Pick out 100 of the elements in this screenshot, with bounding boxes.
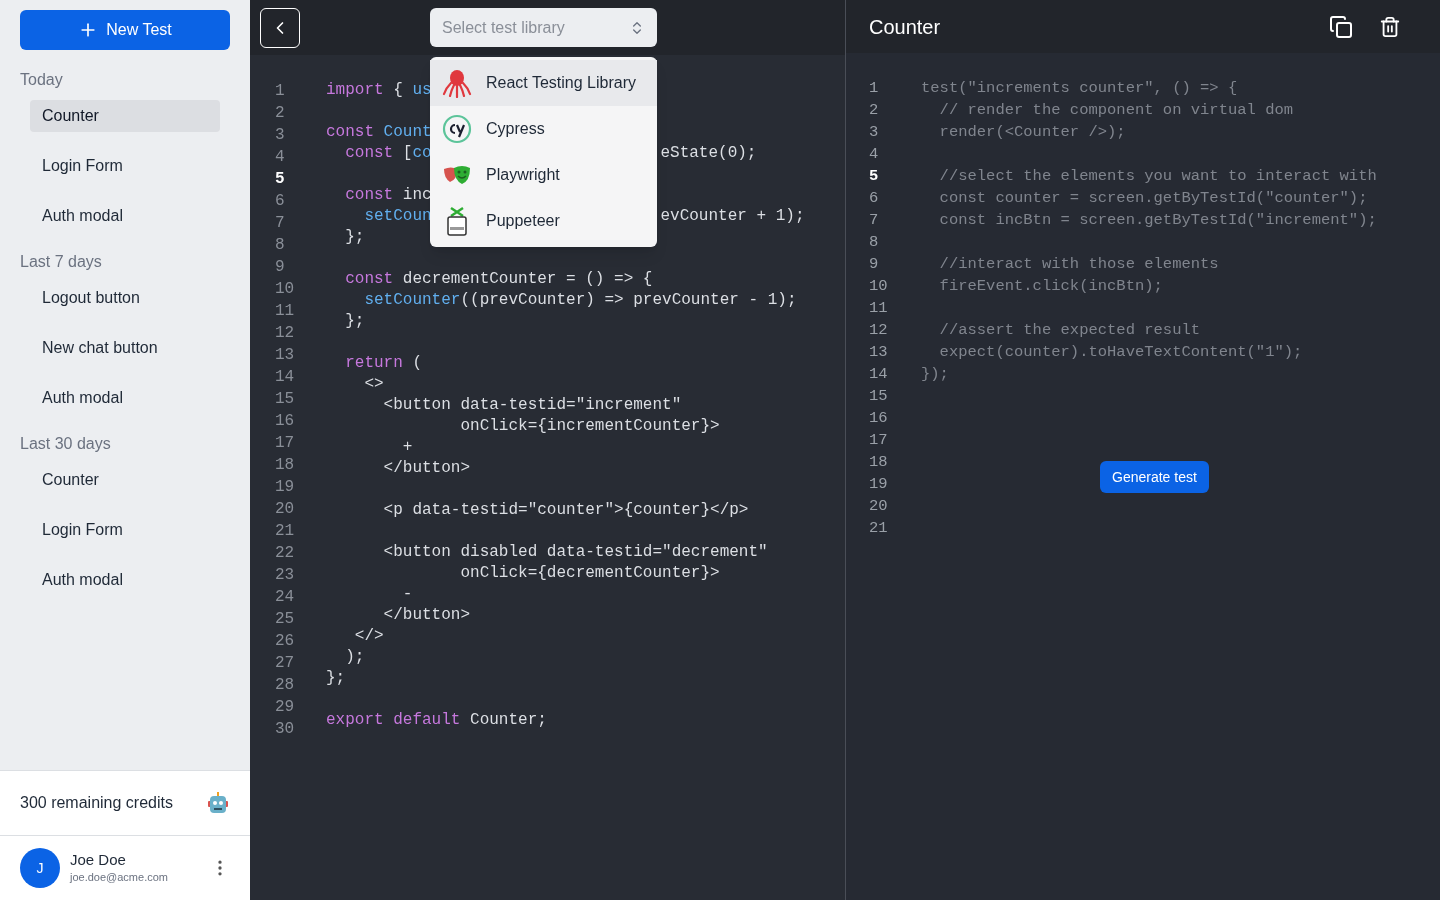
code-line: - <box>401 584 413 605</box>
code-line: }; <box>326 668 346 689</box>
copy-icon[interactable] <box>1329 14 1353 39</box>
line-number: 9 <box>869 254 880 275</box>
code-line: evCounter + 1); <box>660 206 805 227</box>
history-item[interactable]: New chat button <box>30 332 220 364</box>
history-item[interactable]: Logout button <box>30 282 220 314</box>
code-line: //select the elements you want to interact with <box>938 166 1377 187</box>
section-heading: Today <box>19 70 64 90</box>
line-number: 3 <box>275 125 286 146</box>
history-item[interactable]: Login Form <box>30 514 220 546</box>
section-heading: Last 30 days <box>19 434 112 454</box>
line-number: 16 <box>275 411 296 432</box>
section-heading: Last 7 days <box>19 252 103 272</box>
line-number: 7 <box>869 210 880 231</box>
history-item[interactable]: Auth modal <box>30 382 220 414</box>
line-number: 17 <box>275 433 296 454</box>
library-option[interactable]: Playwright <box>430 152 657 198</box>
line-number: 6 <box>275 191 286 212</box>
line-number: 29 <box>275 697 296 718</box>
code-line: const [co <box>344 143 432 164</box>
code-line: <button data-testid="increment" <box>382 395 682 416</box>
code-line: //interact with those elements <box>938 254 1219 275</box>
line-number: 15 <box>275 389 296 410</box>
line-number: 25 <box>275 609 296 630</box>
line-number: 14 <box>869 364 889 385</box>
history-item[interactable]: Counter <box>30 100 220 132</box>
line-number: 8 <box>869 232 880 253</box>
line-number: 30 <box>275 719 296 740</box>
avatar[interactable]: J <box>20 848 60 888</box>
panel-title: Counter <box>869 14 942 40</box>
code-line: expect(counter).toHaveTextContent("1"); <box>938 342 1303 363</box>
code-line: onClick={incrementCounter}> <box>459 416 720 437</box>
line-number: 18 <box>869 452 889 473</box>
line-number: 2 <box>869 100 880 121</box>
line-number: 20 <box>275 499 296 520</box>
code-line: const inc <box>344 185 432 206</box>
history-item[interactable]: Login Form <box>30 150 220 182</box>
line-number: 27 <box>275 653 296 674</box>
line-number: 10 <box>275 279 296 300</box>
line-number: 8 <box>275 235 286 256</box>
code-line: setCoun <box>363 206 432 227</box>
new-test-button[interactable]: New Test <box>20 10 230 50</box>
delete-icon[interactable] <box>1379 15 1401 38</box>
line-number: 11 <box>869 298 889 319</box>
history-item[interactable]: Counter <box>30 464 220 496</box>
line-number: 18 <box>275 455 296 476</box>
line-number: 12 <box>869 320 889 341</box>
line-number: 14 <box>275 367 296 388</box>
line-number: 11 <box>275 301 296 322</box>
history-item[interactable]: Auth modal <box>30 564 220 596</box>
code-line: const Count <box>326 122 432 143</box>
line-number: 28 <box>275 675 296 696</box>
library-option[interactable]: Puppeteer <box>430 198 657 244</box>
line-number: 19 <box>275 477 296 498</box>
line-number: 2 <box>275 103 286 124</box>
code-line: onClick={decrementCounter}> <box>459 563 720 584</box>
code-line: const counter = screen.getByTestId("counter"); <box>938 188 1368 209</box>
line-number: 22 <box>275 543 296 564</box>
line-number: 19 <box>869 474 889 495</box>
code-line: }; <box>344 311 365 332</box>
line-number: 15 <box>869 386 889 407</box>
code-line: </button> <box>382 605 471 626</box>
code-line: }); <box>921 364 949 385</box>
line-number: 26 <box>275 631 296 652</box>
line-number: 3 <box>869 122 880 143</box>
line-number: 21 <box>869 518 889 539</box>
line-number: 13 <box>275 345 296 366</box>
line-number: 4 <box>869 144 880 165</box>
line-number: 23 <box>275 565 296 586</box>
code-line: //assert the expected result <box>938 320 1201 341</box>
line-number: 17 <box>869 430 889 451</box>
code-line: // render the component on virtual dom <box>938 100 1294 121</box>
code-line: const decrementCounter = () => { <box>344 269 653 290</box>
line-number: 6 <box>869 188 880 209</box>
generate-test-button[interactable]: Generate test <box>1100 461 1209 493</box>
code-line: import { us <box>326 80 432 101</box>
code-line: + <box>401 437 413 458</box>
line-number: 24 <box>275 587 296 608</box>
user-name: Joe Doe <box>70 851 127 869</box>
code-line: setCounter((prevCounter) => prevCounter - 1); <box>363 290 797 311</box>
library-option[interactable]: React Testing Library <box>430 60 657 106</box>
octopus-icon <box>442 68 472 98</box>
code-line: </button> <box>382 458 471 479</box>
code-line: eState(0); <box>660 143 757 164</box>
line-number: 1 <box>275 81 286 102</box>
line-number: 10 <box>869 276 889 297</box>
code-line: render(<Counter />); <box>938 122 1126 143</box>
history-item[interactable]: Auth modal <box>30 200 220 232</box>
line-number: 13 <box>869 342 889 363</box>
library-option[interactable]: Cypress <box>430 106 657 152</box>
code-line: ); <box>344 647 365 668</box>
credits-text: 300 remaining credits <box>20 793 173 813</box>
back-button[interactable] <box>260 7 300 48</box>
code-line: return ( <box>344 353 422 374</box>
code-line: test("increments counter", () => { <box>921 78 1238 99</box>
code-line: <> <box>363 374 384 395</box>
code-line: export default Counter; <box>326 710 547 731</box>
line-number: 4 <box>275 147 286 168</box>
code-line: <button disabled data-testid="decrement" <box>382 542 768 563</box>
